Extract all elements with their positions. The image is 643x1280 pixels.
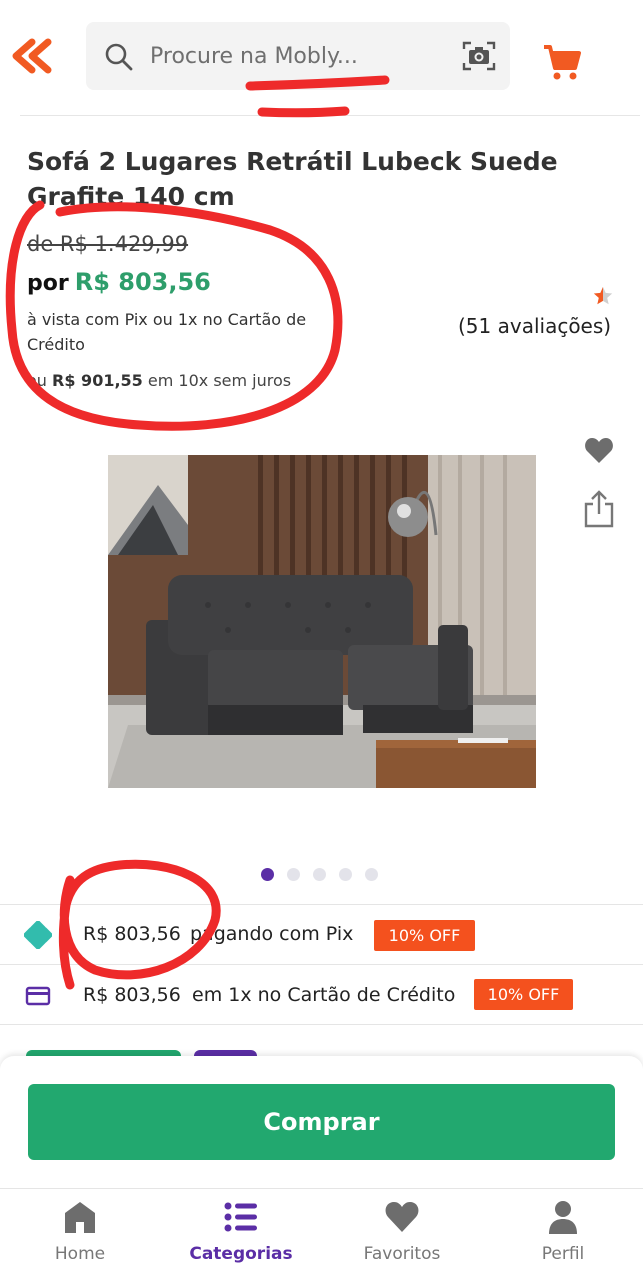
discount-badge: 10% OFF xyxy=(374,920,475,951)
nav-item-favoritos[interactable]: Favoritos xyxy=(322,1189,482,1280)
bottom-navigation: Home Categorias Favoritos Perfil xyxy=(0,1188,643,1280)
nav-label: Home xyxy=(54,1244,106,1264)
credit-card-icon xyxy=(25,986,51,1006)
heart-icon xyxy=(385,1202,419,1232)
pagination-dot[interactable] xyxy=(339,868,352,881)
person-icon xyxy=(549,1201,577,1234)
price-line: por R$ 803,56 xyxy=(27,268,211,296)
product-image[interactable] xyxy=(108,455,536,788)
app-header xyxy=(0,0,643,118)
gallery-pagination xyxy=(261,868,378,881)
price-prefix: por xyxy=(27,271,69,296)
pagination-dot[interactable] xyxy=(365,868,378,881)
price-description: à vista com Pix ou 1x no Cartão de Crédi… xyxy=(27,310,307,354)
rating-count[interactable]: (51 avaliações) xyxy=(458,314,611,338)
cart-button[interactable] xyxy=(542,42,582,82)
nav-label: Favoritos xyxy=(363,1244,441,1264)
pix-label: pagando com Pix xyxy=(190,923,354,945)
installments-prefix: ou xyxy=(27,371,47,390)
share-icon[interactable] xyxy=(582,490,616,528)
double-chevron-left-icon xyxy=(12,38,52,74)
old-price: de R$ 1.429,99 xyxy=(27,232,189,256)
home-icon xyxy=(65,1202,95,1233)
header-divider xyxy=(20,115,640,116)
card-label: em 1x no Cartão de Crédito xyxy=(192,984,456,1006)
search-icon xyxy=(105,43,133,71)
star-icon xyxy=(593,286,613,305)
camera-search-icon[interactable] xyxy=(462,40,496,72)
installments-info: ou R$ 901,55 em 10x sem juros xyxy=(27,371,291,390)
card-amount: R$ 803,56 xyxy=(83,984,181,1006)
shopping-cart-icon xyxy=(544,45,581,80)
installments-amount: R$ 901,55 xyxy=(52,371,143,390)
payment-option-pix: R$ 803,56 pagando com Pix 10% OFF xyxy=(0,905,643,965)
back-button[interactable] xyxy=(10,36,58,76)
search-bar[interactable] xyxy=(86,22,510,90)
payment-option-card: R$ 803,56 em 1x no Cartão de Crédito 10%… xyxy=(0,965,643,1025)
installments-suffix: em 10x sem juros xyxy=(147,371,292,390)
buy-panel: Comprar xyxy=(0,1056,643,1188)
buy-button[interactable]: Comprar xyxy=(28,1084,615,1160)
sofa-photo xyxy=(108,455,536,788)
nav-item-perfil[interactable]: Perfil xyxy=(483,1189,643,1280)
pix-amount: R$ 803,56 xyxy=(83,923,181,945)
nav-label: Perfil xyxy=(541,1244,585,1264)
pagination-dot[interactable] xyxy=(261,868,274,881)
heart-icon[interactable] xyxy=(584,436,614,464)
nav-label: Categorias xyxy=(189,1244,293,1264)
pagination-dot[interactable] xyxy=(313,868,326,881)
nav-item-categorias[interactable]: Categorias xyxy=(161,1189,321,1280)
divider xyxy=(0,1024,643,1025)
pagination-dot[interactable] xyxy=(287,868,300,881)
search-input[interactable] xyxy=(150,36,440,76)
pix-icon xyxy=(24,921,52,949)
product-title: Sofá 2 Lugares Retrátil Lubeck Suede Gra… xyxy=(27,147,558,211)
list-icon xyxy=(224,1202,257,1232)
pix-price: R$ 803,56 xyxy=(74,268,211,296)
nav-item-home[interactable]: Home xyxy=(0,1189,160,1280)
discount-badge: 10% OFF xyxy=(474,979,573,1010)
